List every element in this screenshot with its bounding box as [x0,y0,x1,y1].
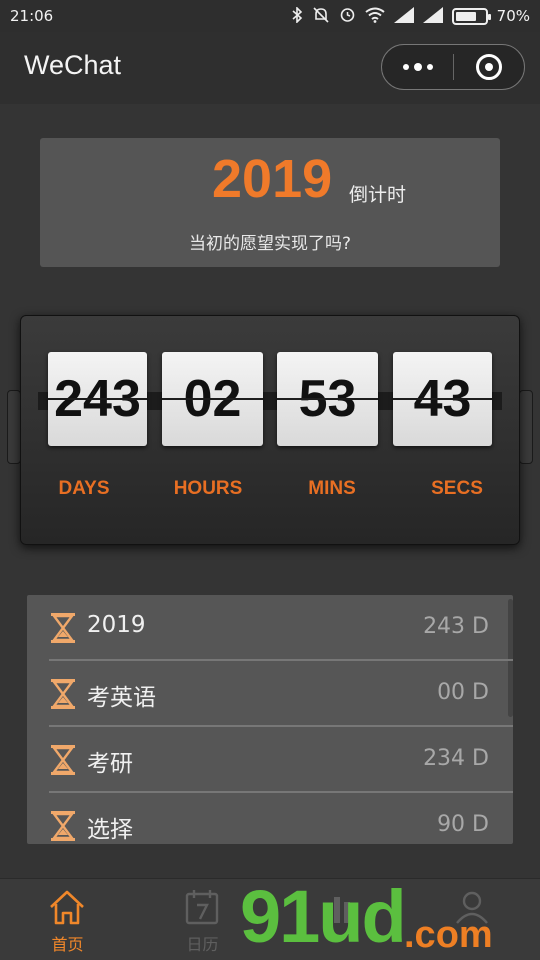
clock-side-tab [519,390,533,464]
tab-home[interactable]: 首页 [0,879,135,960]
mini-program-capsule [381,44,525,90]
list-item-name: 2019 [87,612,146,638]
app-title: WeChat [24,50,122,80]
home-icon [50,890,84,925]
status-icons: 70% [291,5,530,26]
flip-card-secs: 43 [393,352,492,446]
list-item-days: 90 D [437,812,489,837]
close-ring-icon [475,54,502,80]
ring-dot [484,63,493,71]
more-dot-icon [402,64,409,70]
signal-icon [393,6,414,26]
flip-card-mins: 53 [277,352,378,446]
header-question: 当初的愿望实现了吗? [188,234,352,254]
flip-split-line [393,398,492,400]
hourglass-icon [51,679,75,709]
header-card: 2019 倒计时 当初的愿望实现了吗? [40,138,500,267]
flip-card-days: 243 [48,352,147,446]
more-dot-icon [413,63,422,71]
flip-split-line [162,398,263,400]
more-button[interactable] [382,45,453,89]
watermark-logo: 91ud [240,875,407,958]
list-item-days: 243 D [423,614,489,639]
header-suffix: 倒计时 [349,184,407,206]
list-item-name: 选择 [87,817,133,843]
list-item[interactable]: 2019 243 D [27,595,513,661]
list-item[interactable]: 选择 90 D [27,793,513,844]
flip-split-line [277,398,378,400]
days-label: DAYS [58,478,110,499]
list-item-name: 考研 [87,751,133,777]
alarm-icon [339,6,356,26]
list-item-name: 考英语 [87,685,156,711]
flip-card-hours: 02 [162,352,263,446]
hourglass-icon [51,811,75,841]
clock-side-tab [7,390,21,464]
signal-icon [422,6,443,26]
wifi-icon [365,7,385,26]
secs-label: SECS [431,478,483,499]
list-item[interactable]: 考英语 00 D [27,661,513,727]
list-item-days: 234 D [423,746,489,771]
status-bar: 21:06 70% [0,0,540,32]
header-year: 2019 [212,149,333,209]
flip-split-line [48,398,147,400]
hourglass-icon [51,745,75,775]
battery-icon [451,7,491,25]
battery-level [455,11,476,21]
bluetooth-icon [291,5,303,26]
hourglass-icon [51,613,75,643]
status-time: 21:06 [10,7,54,25]
countdown-list: 2019 243 D 考英语 00 D 考研 234 D 选择 90 D [27,595,513,844]
more-dot-icon [426,64,433,70]
list-item-days: 00 D [437,680,489,705]
battery-percent: 70% [496,7,530,25]
list-item[interactable]: 考研 234 D [27,727,513,793]
calendar-icon [185,890,219,925]
watermark-suffix: .com [404,914,493,956]
navigation-bar: WeChat [0,32,540,104]
hours-label: HOURS [173,478,243,499]
mute-icon [312,6,330,26]
tab-home-label: 首页 [51,935,84,954]
close-button[interactable] [454,45,524,89]
mins-label: MINS [308,478,356,499]
